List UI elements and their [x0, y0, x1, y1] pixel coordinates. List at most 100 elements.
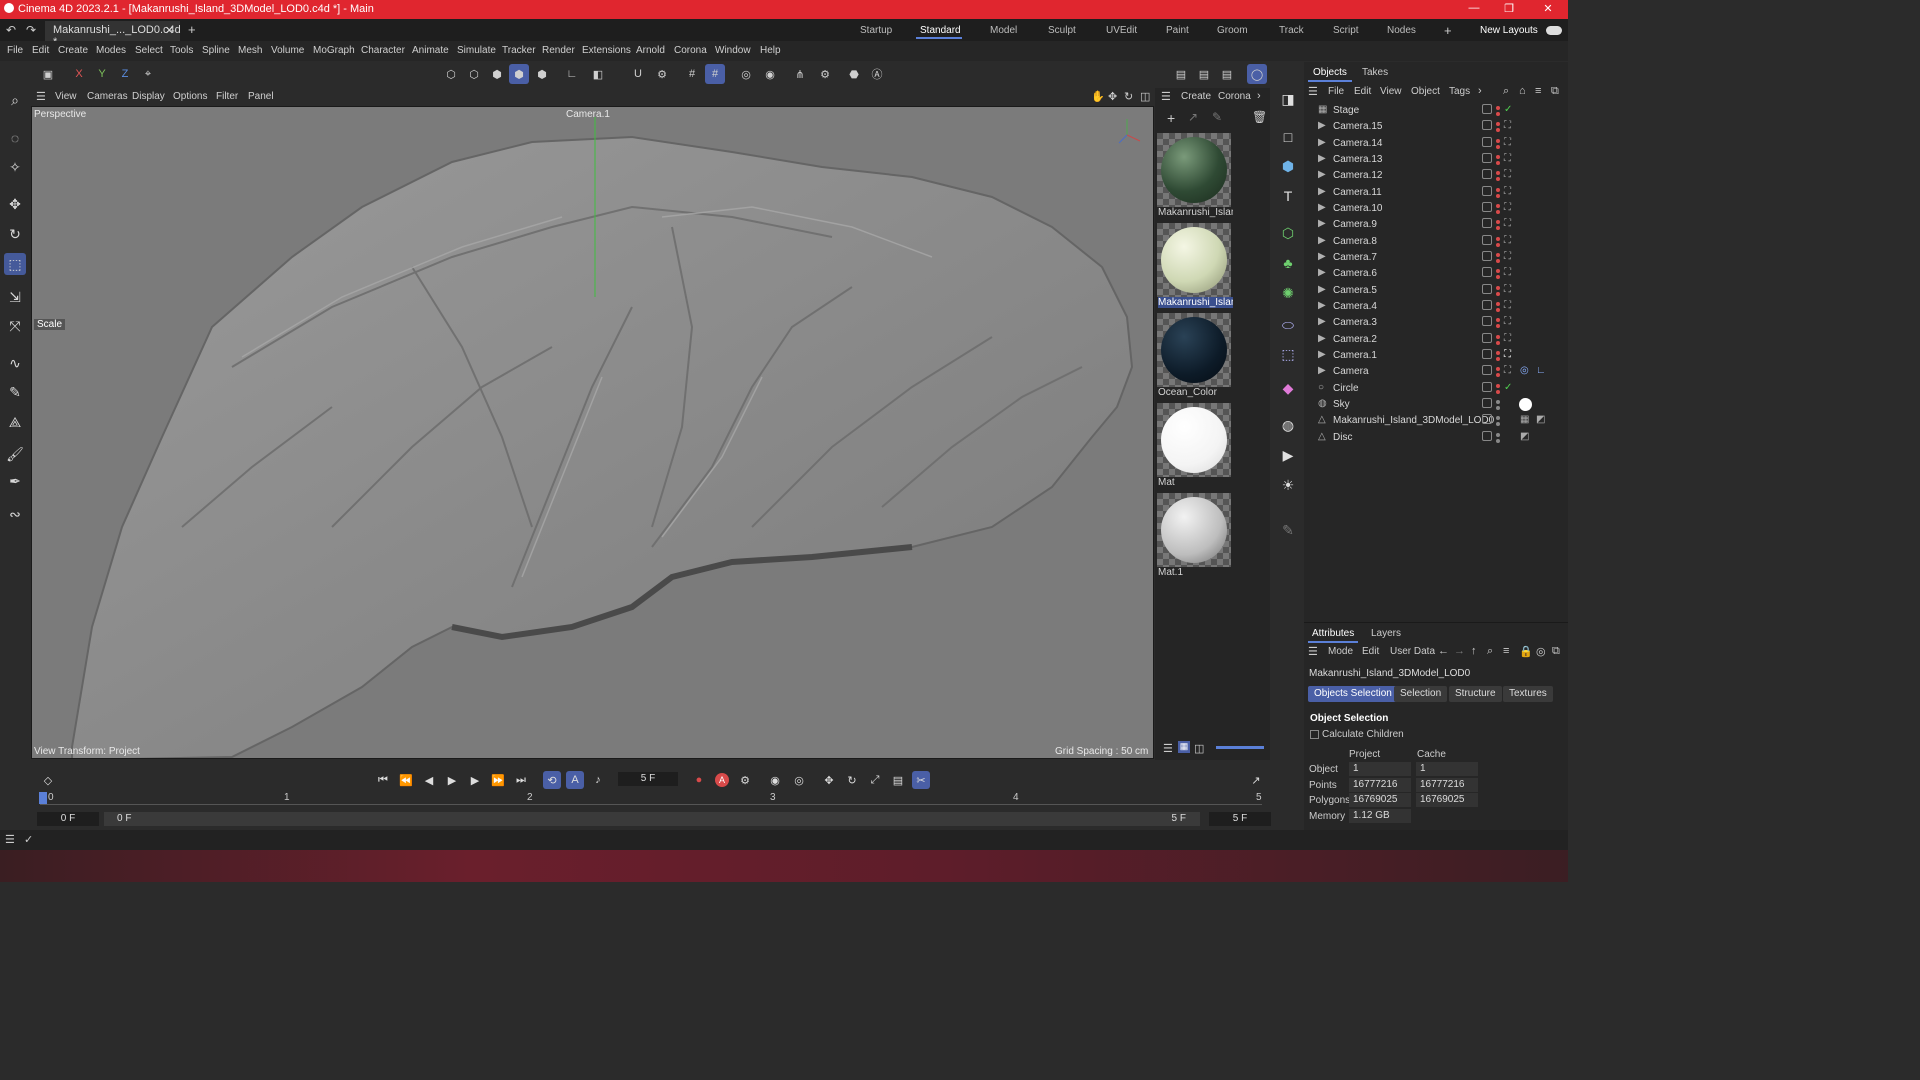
- symmetry-icon[interactable]: ⋔: [790, 64, 810, 84]
- scale-tool-icon[interactable]: ⬚: [4, 253, 26, 275]
- lock-icon[interactable]: 🔒: [1519, 645, 1533, 658]
- autokey-icon[interactable]: A: [713, 771, 731, 789]
- object-row-camera[interactable]: ▶ Camera.14 ⛶: [1314, 136, 1568, 152]
- go-to-end-icon[interactable]: ⏭: [512, 771, 530, 789]
- viewport-move-icon[interactable]: ✥: [1108, 90, 1117, 103]
- cloner-icon[interactable]: ♣: [1277, 252, 1299, 274]
- visibility-flag[interactable]: [1482, 284, 1492, 294]
- visibility-flag[interactable]: [1482, 316, 1492, 326]
- objects-filter-icon[interactable]: ≡: [1535, 85, 1541, 97]
- sky-material-tag[interactable]: [1519, 398, 1532, 411]
- spline-tool-icon[interactable]: ∿: [4, 352, 26, 374]
- object-row-camera[interactable]: ▶ Camera.12 ⛶: [1314, 168, 1568, 184]
- calculate-children-checkbox[interactable]: [1310, 730, 1319, 739]
- close-icon[interactable]: ✕: [1538, 2, 1558, 15]
- subtab-structure[interactable]: Structure: [1449, 686, 1502, 702]
- uvw-tag-icon[interactable]: ◩: [1536, 414, 1546, 425]
- coordinate-system-icon[interactable]: ⌖: [138, 64, 158, 84]
- visibility-flag[interactable]: [1482, 153, 1492, 163]
- deformer-icon[interactable]: ⬭: [1277, 314, 1299, 336]
- layout-tab-paint[interactable]: Paint: [1166, 25, 1189, 36]
- next-key-icon[interactable]: ⏩: [489, 771, 507, 789]
- material-label[interactable]: Mat.1: [1158, 567, 1233, 578]
- menu-tracker[interactable]: Tracker: [502, 45, 536, 56]
- render-view-icon[interactable]: ◨: [1277, 88, 1299, 110]
- render-settings-icon[interactable]: ◉: [760, 64, 780, 84]
- 3d-viewport[interactable]: [31, 106, 1154, 759]
- new-tab-plus-icon[interactable]: +: [188, 22, 196, 37]
- visibility-flag[interactable]: [1482, 300, 1492, 310]
- go-to-start-icon[interactable]: ⏮: [374, 771, 392, 789]
- objects-new-window-icon[interactable]: ⧉: [1551, 85, 1559, 98]
- layout-tab-script[interactable]: Script: [1333, 25, 1359, 36]
- viewport-camera-label[interactable]: Camera.1: [566, 109, 610, 120]
- previous-key-icon[interactable]: ⏪: [397, 771, 415, 789]
- object-row-camera[interactable]: ▶ Camera.6 ⛶: [1314, 266, 1568, 282]
- objects-menu-view[interactable]: View: [1380, 86, 1402, 97]
- object-row-camera[interactable]: ▶ Camera.5 ⛶: [1314, 283, 1568, 299]
- attributes-new-window-icon[interactable]: ⧉: [1552, 645, 1560, 658]
- menu-render[interactable]: Render: [542, 45, 575, 56]
- text-object-icon[interactable]: T: [1277, 185, 1299, 207]
- menu-character[interactable]: Character: [361, 45, 405, 56]
- plane-object-icon[interactable]: □: [1277, 126, 1299, 148]
- move-tool-icon[interactable]: ✥: [4, 193, 26, 215]
- workplane-icon[interactable]: ∟: [562, 64, 582, 84]
- tab-takes[interactable]: Takes: [1362, 67, 1388, 78]
- menu-arnold[interactable]: Arnold: [636, 45, 665, 56]
- record-icon[interactable]: ●: [690, 771, 708, 789]
- menu-spline[interactable]: Spline: [202, 45, 230, 56]
- back-arrow-icon[interactable]: ←: [1438, 645, 1449, 657]
- objects-menu-tags[interactable]: Tags: [1449, 86, 1470, 97]
- select-tool-icon[interactable]: ◌: [4, 127, 26, 149]
- subtab-objects-selection[interactable]: Objects Selection: [1308, 686, 1398, 702]
- camera-tag-icon[interactable]: ⛶: [1504, 300, 1514, 311]
- snap-settings-icon[interactable]: ⚙: [652, 64, 672, 84]
- redo-icon[interactable]: ↷: [26, 23, 36, 37]
- menu-mograph[interactable]: MoGraph: [313, 45, 355, 56]
- visibility-flag[interactable]: [1482, 251, 1492, 261]
- camera-tag-icon[interactable]: ⛶: [1504, 333, 1514, 344]
- object-row-camera[interactable]: ▶ Camera.8 ⛶: [1314, 234, 1568, 250]
- loop-icon[interactable]: ⟲: [543, 771, 561, 789]
- axis-y-button[interactable]: Y: [92, 64, 112, 84]
- keyframe-diamond-icon[interactable]: ◇: [39, 771, 57, 789]
- current-frame-field[interactable]: 5 F: [618, 772, 678, 786]
- viewport-pan-icon[interactable]: ✋: [1091, 90, 1105, 103]
- viewport-menu-panel[interactable]: Panel: [248, 91, 274, 102]
- object-row-camera[interactable]: ▶ Camera.3 ⛶: [1314, 315, 1568, 331]
- object-mode-icon[interactable]: ⬢: [509, 64, 529, 84]
- arnold-icon[interactable]: Ⓐ: [867, 64, 887, 84]
- attributes-hamburger-icon[interactable]: ☰: [1308, 645, 1318, 658]
- uv-mode-icon[interactable]: ⬢: [532, 64, 552, 84]
- mesh-tool-icon[interactable]: ⟁: [4, 411, 26, 433]
- camera-tag-icon[interactable]: ⛶: [1504, 202, 1514, 213]
- camera-tag-icon[interactable]: ⛶: [1504, 169, 1514, 180]
- visibility-flag[interactable]: [1482, 186, 1492, 196]
- solo-icon[interactable]: ◧: [588, 64, 608, 84]
- camera-tag-icon[interactable]: ⛶: [1504, 251, 1514, 262]
- add-layout-plus-icon[interactable]: +: [1444, 23, 1452, 38]
- attributes-menu-userdata[interactable]: User Data: [1390, 646, 1435, 657]
- objects-more-icon[interactable]: ›: [1478, 85, 1482, 97]
- visibility-flag[interactable]: [1482, 104, 1492, 114]
- forward-arrow-icon[interactable]: →: [1454, 645, 1465, 657]
- thumbnail-size-slider[interactable]: [1216, 746, 1264, 749]
- paint-tool-icon[interactable]: ✒: [4, 470, 26, 492]
- visibility-flag[interactable]: [1482, 333, 1492, 343]
- menu-file[interactable]: File: [7, 45, 23, 56]
- material-label[interactable]: Ocean_Color: [1158, 387, 1233, 398]
- attributes-search-icon[interactable]: ⌕: [1487, 645, 1493, 658]
- attributes-filter-icon[interactable]: ≡: [1503, 645, 1509, 657]
- subtab-selection[interactable]: Selection: [1394, 686, 1448, 702]
- search-icon[interactable]: ⌕: [4, 89, 26, 111]
- close-tab-icon[interactable]: ✕: [165, 24, 174, 37]
- objects-hamburger-icon[interactable]: ☰: [1308, 85, 1318, 98]
- objects-menu-file[interactable]: File: [1328, 86, 1344, 97]
- tab-layers[interactable]: Layers: [1371, 628, 1401, 639]
- visibility-flag[interactable]: [1482, 218, 1492, 228]
- objects-search-icon[interactable]: ⌕: [1503, 85, 1509, 98]
- grid-view-icon[interactable]: ▦: [1178, 741, 1190, 753]
- rotate-tool-icon[interactable]: ↻: [4, 223, 26, 245]
- material-thumbnail[interactable]: [1157, 223, 1231, 297]
